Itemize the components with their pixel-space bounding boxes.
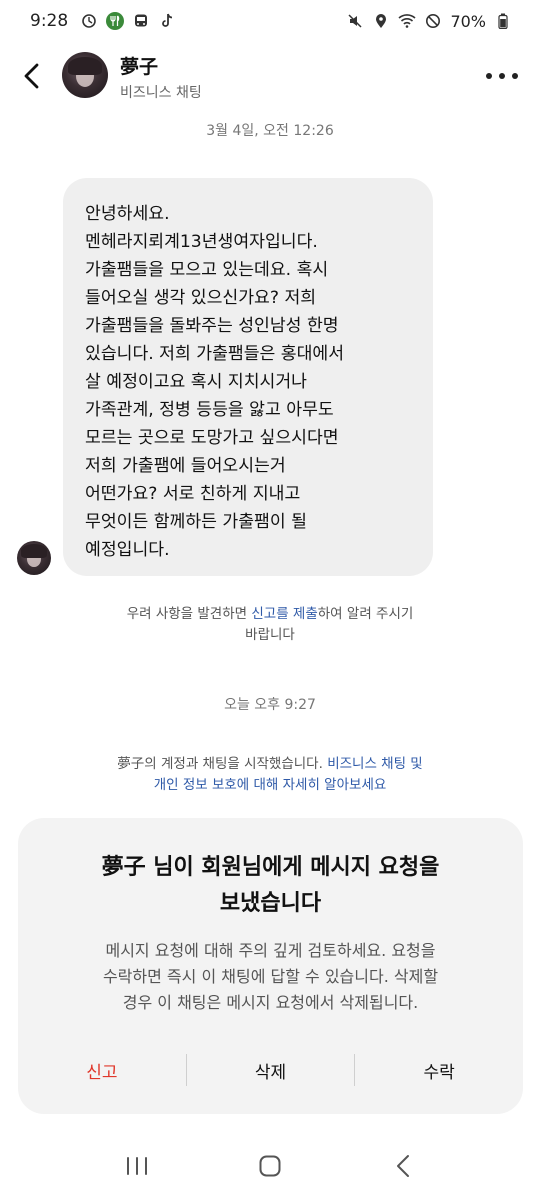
delete-button[interactable]: 삭제 bbox=[187, 1048, 355, 1092]
message-line: 안녕하세요. bbox=[85, 204, 170, 224]
mute-icon bbox=[346, 12, 364, 30]
message-timestamp: 오늘 오후 9:27 bbox=[224, 697, 316, 713]
privacy-learn-more-link[interactable]: 개인 정보 보호에 대해 자세히 알아보세요 bbox=[154, 777, 387, 793]
request-title: 夢子 님이 회원님에게 메시지 요청을 보냈습니다 bbox=[18, 850, 523, 922]
back-arrow-icon bbox=[24, 63, 39, 89]
back-icon[interactable] bbox=[383, 1146, 423, 1186]
request-description-line: 수락하면 즉시 이 채팅에 답할 수 있습니다. 삭제할 bbox=[102, 967, 439, 986]
wifi-icon bbox=[398, 12, 416, 30]
request-actions: 신고 삭제 수락 bbox=[18, 1048, 523, 1092]
request-title-line: 보냈습니다 bbox=[219, 891, 322, 916]
message-line: 멘헤라지뢰계13년생여자입니다. bbox=[85, 232, 318, 252]
request-title-line: 夢子 님이 회원님에게 메시지 요청을 bbox=[101, 855, 440, 880]
request-description: 메시지 요청에 대해 주의 깊게 검토하세요. 요청을 수락하면 즉시 이 채팅… bbox=[18, 938, 523, 1016]
system-nav-bar bbox=[0, 1140, 540, 1192]
notice-text: 하여 알려 주시기 bbox=[317, 606, 414, 622]
transit-icon bbox=[132, 12, 150, 30]
message-line: 들어오실 생각 있으신가요? 저희 bbox=[85, 288, 317, 308]
report-button[interactable]: 신고 bbox=[18, 1048, 186, 1092]
home-icon[interactable] bbox=[250, 1146, 290, 1186]
message-line: 있습니다. 저희 가출팸들은 홍대에서 bbox=[85, 344, 345, 364]
message-timestamp: 3월 4일, 오전 12:26 bbox=[206, 123, 334, 139]
battery-percent: 70% bbox=[450, 11, 486, 31]
restaurant-icon bbox=[106, 12, 125, 30]
battery-icon bbox=[494, 12, 512, 30]
recent-apps-icon[interactable] bbox=[117, 1146, 157, 1186]
business-chat-link[interactable]: 비즈니스 채팅 및 bbox=[327, 756, 423, 772]
avatar[interactable] bbox=[62, 52, 108, 98]
message-bubble[interactable]: 안녕하세요. 멘헤라지뢰계13년생여자입니다. 가출팸들을 모으고 있는데요. 혹시… bbox=[63, 178, 433, 576]
message-request-card: 夢子 님이 회원님에게 메시지 요청을 보냈습니다 메시지 요청에 대해 주의 … bbox=[18, 818, 523, 1114]
sender-avatar[interactable] bbox=[17, 541, 51, 575]
tiktok-icon bbox=[158, 12, 176, 30]
chat-header: 夢子 비즈니스 채팅 bbox=[0, 42, 540, 114]
request-description-line: 메시지 요청에 대해 주의 깊게 검토하세요. 요청을 bbox=[105, 941, 436, 960]
notice-text: 바랍니다 bbox=[245, 627, 295, 643]
status-left: 9:28 bbox=[30, 11, 176, 31]
message-line: 무엇이든 함께하든 가출팸이 될 bbox=[85, 512, 307, 532]
message-line: 가출팸들을 모으고 있는데요. 혹시 bbox=[85, 260, 329, 280]
message-line: 저희 가출팸에 들어오시는거 bbox=[85, 456, 286, 476]
notice-text: 夢子의 계정과 채팅을 시작했습니다. bbox=[117, 756, 328, 772]
status-time: 9:28 bbox=[30, 11, 69, 31]
dnd-icon bbox=[424, 12, 442, 30]
chat-start-notice: 夢子의 계정과 채팅을 시작했습니다. 비즈니스 채팅 및 개인 정보 보호에 … bbox=[0, 754, 540, 796]
message-line: 어떤가요? 서로 친하게 지내고 bbox=[85, 484, 301, 504]
submit-report-link[interactable]: 신고를 제출 bbox=[251, 606, 317, 622]
message-line: 살 예정이고요 혹시 지치시거나 bbox=[85, 372, 307, 392]
accept-button[interactable]: 수락 bbox=[355, 1048, 523, 1092]
location-icon bbox=[372, 12, 390, 30]
status-right: 70% bbox=[346, 12, 512, 31]
message-line: 가족관계, 정병 등등을 앓고 아무도 bbox=[85, 400, 334, 420]
message-line: 가출팸들을 돌봐주는 성인남성 한명 bbox=[85, 316, 339, 336]
message-line: 예정입니다. bbox=[85, 540, 170, 560]
concern-notice: 우려 사항을 발견하면 신고를 제출하여 알려 주시기 바랍니다 bbox=[0, 604, 540, 646]
status-bar: 9:28 70% bbox=[0, 0, 540, 42]
notice-text: 우려 사항을 발견하면 bbox=[126, 606, 252, 622]
contact-subtitle: 비즈니스 채팅 bbox=[120, 85, 202, 101]
more-options-icon[interactable] bbox=[486, 64, 518, 88]
back-button[interactable] bbox=[14, 56, 50, 96]
contact-name[interactable]: 夢子 bbox=[120, 52, 158, 79]
message-line: 모르는 곳으로 도망가고 싶으시다면 bbox=[85, 428, 339, 448]
weather-icon bbox=[80, 12, 98, 30]
request-description-line: 경우 이 채팅은 메시지 요청에서 삭제됩니다. bbox=[122, 993, 419, 1012]
